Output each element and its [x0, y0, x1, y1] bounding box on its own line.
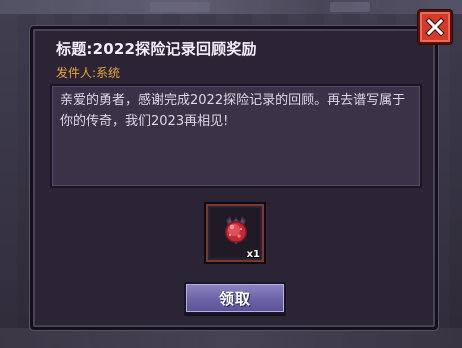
background-top-bar: [0, 0, 462, 14]
reward-item-slot[interactable]: x1: [204, 202, 266, 264]
close-icon: [425, 17, 445, 37]
red-gem-icon: [225, 216, 247, 244]
mail-title: 标题:2022探险记录回顾奖励: [56, 40, 257, 58]
close-button[interactable]: [418, 10, 452, 44]
mail-sender: 发件人:系统: [56, 66, 121, 80]
claim-button[interactable]: 领取: [184, 282, 286, 314]
mail-body-text: 亲爱的勇者，感谢完成2022探险记录的回顾。再去谱写属于你的传奇，我们2023再…: [60, 93, 406, 129]
reward-item-count: x1: [246, 249, 260, 260]
background-chip: [150, 2, 210, 12]
background-chip: [330, 2, 370, 12]
background-bottom-bar: [0, 328, 462, 348]
